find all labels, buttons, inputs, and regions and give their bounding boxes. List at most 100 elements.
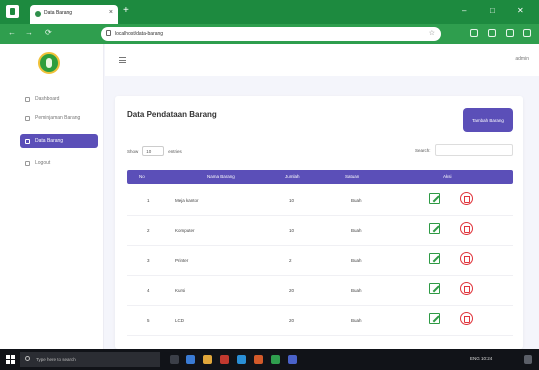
tab-favicon-icon xyxy=(35,11,41,17)
sidebar-item-dashboard[interactable]: Dashboard xyxy=(20,92,100,106)
sidebar: Dashboard Peminjaman Barang Data Barang … xyxy=(0,44,104,349)
app-icon[interactable] xyxy=(288,355,297,364)
tab-close-icon[interactable]: × xyxy=(109,9,113,16)
lock-icon xyxy=(106,30,111,36)
windows-start-icon[interactable] xyxy=(6,355,15,364)
cell-name: Meja kantor xyxy=(175,198,199,203)
browser-app-icon[interactable] xyxy=(6,5,19,18)
cell-name: Komputer xyxy=(175,228,195,233)
cell-no: 5 xyxy=(147,318,150,323)
cell-no: 1 xyxy=(147,198,150,203)
os-taskbar: Type here to search ENG 10:24 xyxy=(0,349,539,370)
tray-clock[interactable]: ENG 10:24 xyxy=(470,356,492,361)
edit-icon[interactable] xyxy=(429,193,440,204)
task-view-icon[interactable] xyxy=(170,355,179,364)
search-input[interactable] xyxy=(434,144,513,156)
edge-icon[interactable] xyxy=(186,355,195,364)
delete-icon[interactable] xyxy=(460,312,473,325)
sidebar-item-data-barang[interactable]: Data Barang xyxy=(20,134,98,148)
table-row: 1 Meja kantor 10 Buah xyxy=(127,186,513,216)
browser-tab-bar: Data Barang × + – □ ✕ xyxy=(0,0,539,24)
cell-qty: 10 xyxy=(289,228,295,233)
reload-icon[interactable]: ⟳ xyxy=(45,28,52,37)
url-input[interactable]: localhost/data-barang ☆ xyxy=(101,27,441,41)
table-row: 4 Kursi 20 Buah xyxy=(127,276,513,306)
url-text: localhost/data-barang xyxy=(115,31,164,37)
delete-icon[interactable] xyxy=(460,192,473,205)
sidebar-item-label: Logout xyxy=(35,160,51,166)
window-close-icon[interactable]: ✕ xyxy=(517,6,524,15)
column-header-qty[interactable]: Jumlah xyxy=(285,174,300,179)
search-icon xyxy=(25,356,30,361)
bookmark-star-icon[interactable]: ☆ xyxy=(429,29,435,37)
edit-icon[interactable] xyxy=(429,313,440,324)
search-label: Search: xyxy=(415,147,431,153)
app-icon[interactable] xyxy=(254,355,263,364)
tab-title: Data Barang xyxy=(44,10,73,16)
taskbar-search-placeholder: Type here to search xyxy=(36,357,76,362)
cell-unit: Buah xyxy=(351,258,362,263)
user-icon xyxy=(25,115,30,121)
delete-icon[interactable] xyxy=(460,282,473,295)
browser-tab[interactable]: Data Barang × xyxy=(30,5,118,24)
sidebar-item-peminjaman[interactable]: Peminjaman Barang xyxy=(20,111,100,125)
taskbar-search-input[interactable]: Type here to search xyxy=(20,352,160,367)
column-header-action: Aksi xyxy=(443,174,452,179)
column-header-unit[interactable]: Satuan xyxy=(345,174,359,179)
cell-name: LCD xyxy=(175,318,185,323)
entries-label: entries xyxy=(168,148,182,154)
app-logo xyxy=(38,52,60,74)
table-header: No Nama Barang Jumlah Satuan Aksi xyxy=(127,170,513,184)
browser-address-bar: ← → ⟳ localhost/data-barang ☆ xyxy=(0,24,539,44)
cell-name: Kursi xyxy=(175,288,186,293)
menu-icon[interactable] xyxy=(523,29,531,37)
notification-icon[interactable] xyxy=(524,355,532,364)
cell-no: 4 xyxy=(147,288,150,293)
back-icon[interactable]: ← xyxy=(8,28,16,37)
cell-unit: Buah xyxy=(351,228,362,233)
cell-no: 2 xyxy=(147,228,150,233)
app-topbar: admin xyxy=(105,44,539,76)
cell-unit: Buah xyxy=(351,318,362,323)
chrome-icon[interactable] xyxy=(271,355,280,364)
table-row: 2 Komputer 10 Buah xyxy=(127,216,513,246)
table-search: Search: xyxy=(415,144,513,156)
file-explorer-icon[interactable] xyxy=(203,355,212,364)
cell-unit: Buah xyxy=(351,198,362,203)
profile-icon[interactable] xyxy=(506,29,514,37)
edit-icon[interactable] xyxy=(429,283,440,294)
column-header-no[interactable]: No xyxy=(139,174,145,179)
page-title: Data Pendataan Barang xyxy=(127,110,217,119)
cell-qty: 10 xyxy=(289,198,295,203)
cell-unit: Buah xyxy=(351,288,362,293)
delete-icon[interactable] xyxy=(460,222,473,235)
delete-icon[interactable] xyxy=(460,252,473,265)
store-icon[interactable] xyxy=(237,355,246,364)
box-icon xyxy=(25,138,30,144)
data-card: Data Pendataan Barang Tambah Barang Show… xyxy=(115,96,523,349)
sidebar-item-label: Peminjaman Barang xyxy=(35,115,81,121)
cell-no: 3 xyxy=(147,258,150,263)
entries-length-control: Show 10 entries xyxy=(127,146,182,156)
forward-icon[interactable]: → xyxy=(25,28,33,37)
window-maximize-icon[interactable]: □ xyxy=(490,6,495,15)
sidebar-item-label: Data Barang xyxy=(35,138,64,144)
sidebar-item-logout[interactable]: Logout xyxy=(20,156,100,170)
edit-icon[interactable] xyxy=(429,223,440,234)
hamburger-menu-icon[interactable] xyxy=(119,57,126,63)
app-icon[interactable] xyxy=(220,355,229,364)
show-label: Show xyxy=(127,148,139,154)
cell-name: Printer xyxy=(175,258,189,263)
table-row: 5 LCD 20 Buah xyxy=(127,306,513,336)
add-item-button[interactable]: Tambah Barang xyxy=(463,108,513,132)
extension-icon[interactable] xyxy=(470,29,478,37)
user-menu[interactable]: admin xyxy=(515,56,529,62)
window-minimize-icon[interactable]: – xyxy=(462,6,466,15)
cell-qty: 20 xyxy=(289,318,295,323)
extension-icon[interactable] xyxy=(488,29,496,37)
logout-icon xyxy=(25,160,30,166)
entries-select[interactable]: 10 xyxy=(142,146,165,156)
edit-icon[interactable] xyxy=(429,253,440,264)
new-tab-icon[interactable]: + xyxy=(123,5,129,16)
column-header-name[interactable]: Nama Barang xyxy=(207,174,235,179)
